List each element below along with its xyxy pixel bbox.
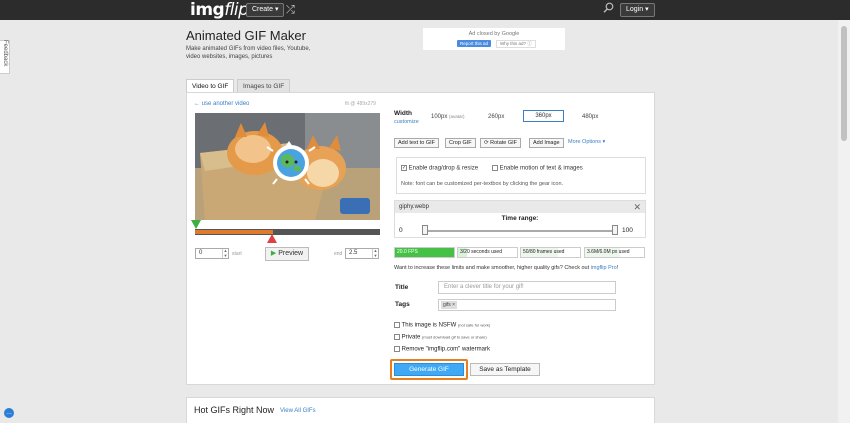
customize-width-link[interactable]: customize (394, 119, 419, 125)
range-file-header: giphy.webp ✕ (395, 201, 645, 213)
why-this-ad-button[interactable]: Why this ad? ⓘ (496, 40, 536, 48)
title-input[interactable]: Enter a clever title for your gif! (438, 281, 616, 294)
tags-input[interactable]: gifs × (438, 299, 616, 311)
ad-closed-box: Ad closed by Google Report this ad Why t… (423, 28, 565, 50)
time-range-title: Time range: (501, 215, 539, 222)
page-description: Make animated GIFs from video files, You… (186, 46, 311, 60)
selected-time-range (195, 230, 273, 234)
use-another-video-link[interactable]: ← use another video (194, 101, 249, 107)
close-icon[interactable]: ✕ (633, 201, 641, 213)
width-option-360px[interactable]: 360px (523, 110, 564, 122)
start-marker-handle[interactable] (191, 220, 201, 229)
seconds-used-stat: 3/20 seconds used (457, 247, 518, 258)
private-option[interactable]: Private (must download gif to save or sh… (394, 334, 487, 341)
nsfw-checkbox[interactable] (394, 322, 400, 328)
tab-video-to-gif[interactable]: Video to GIF (186, 79, 235, 92)
range-slider-track[interactable] (425, 230, 615, 232)
title-label: Title (395, 284, 409, 291)
scrollbar-thumb[interactable] (841, 26, 847, 141)
report-ad-button[interactable]: Report this ad (457, 40, 492, 47)
remove-watermark-option[interactable]: Remove "imgflip.com" watermark (394, 346, 490, 353)
end-marker-handle[interactable] (267, 234, 277, 243)
video-size-info: fit @ 489x279 (345, 101, 376, 107)
rotate-gif-button[interactable]: ⟳ Rotate GIF (480, 138, 522, 148)
range-end-thumb[interactable] (612, 225, 618, 235)
time-range-panel: giphy.webp ✕ Time range: 0 100 (394, 200, 646, 238)
drag-drop-option[interactable]: ✓ Enable drag/drop & resize (401, 165, 478, 172)
chat-bubble-icon[interactable]: … (4, 408, 14, 418)
start-time-spinner[interactable]: ▲ ▼ (222, 248, 228, 258)
imgflip-logo[interactable]: imgflip (190, 0, 249, 20)
imgflip-pro-link[interactable]: imgflip Pro (591, 265, 617, 271)
page-title: Animated GIF Maker (186, 28, 306, 43)
start-time-input[interactable]: 0 ▲ ▼ (195, 248, 229, 259)
end-label: end (334, 251, 343, 257)
limits-upsell: Want to increase these limits and make s… (394, 265, 619, 271)
text-options-box (396, 157, 646, 194)
add-image-button[interactable]: Add Image (529, 138, 564, 148)
motion-option[interactable]: Enable motion of text & images (492, 165, 583, 172)
preview-button[interactable]: ▶ Preview (265, 247, 309, 261)
view-all-gifs-link[interactable]: View All GIFs (280, 408, 316, 414)
range-end-value: 100 (622, 227, 633, 234)
random-shuffle-icon[interactable]: ⤮ (286, 3, 295, 17)
width-option-480px[interactable]: 480px (582, 114, 598, 120)
add-text-button[interactable]: Add text to GIF (394, 138, 439, 148)
end-time-spinner[interactable]: ▲ ▼ (372, 248, 378, 258)
video-preview[interactable] (195, 113, 380, 220)
generate-gif-button[interactable]: Generate GIF (394, 363, 464, 376)
range-start-thumb[interactable] (422, 225, 428, 235)
remove-watermark-checkbox[interactable] (394, 346, 400, 352)
tag-chip[interactable]: gifs × (441, 301, 458, 309)
fps-stat: 20.0 FPS (394, 247, 455, 258)
end-time-input[interactable]: 2.5 ▲ ▼ (345, 248, 379, 259)
range-start-value: 0 (399, 227, 403, 234)
more-options-link[interactable]: More Options ▾ (568, 139, 605, 145)
start-label: start (232, 251, 242, 257)
tags-label: Tags (395, 301, 410, 308)
login-button[interactable]: Login ▾ (620, 3, 655, 17)
width-option-100px[interactable]: 100px (avatar) (431, 114, 465, 120)
width-option-260px[interactable]: 260px (488, 114, 504, 120)
create-menu-button[interactable]: Create ▾ (246, 3, 285, 17)
width-label: Width (394, 110, 412, 117)
hot-gifs-title: Hot GIFs Right Now (194, 405, 275, 415)
frames-used-stat: 50/80 frames used (520, 247, 581, 258)
tab-images-to-gif[interactable]: Images to GIF (237, 79, 291, 92)
top-nav-bar (0, 0, 850, 20)
play-icon: ▶ (270, 250, 277, 257)
save-as-template-button[interactable]: Save as Template (470, 363, 540, 376)
page-scrollbar[interactable] (838, 20, 850, 423)
drag-drop-checkbox[interactable]: ✓ (401, 165, 407, 171)
nsfw-option[interactable]: This image is NSFW (not safe for work) (394, 322, 490, 329)
font-note: Note: font can be customized per-textbox… (401, 181, 564, 187)
search-icon[interactable] (603, 2, 614, 16)
rotate-icon: ⟳ (484, 140, 489, 146)
motion-checkbox[interactable] (492, 165, 498, 171)
crop-gif-button[interactable]: Crop GIF (445, 138, 476, 148)
pixels-used-stat: 3.6M/6.0M px used (584, 247, 645, 258)
feedback-tab[interactable]: Feedback (0, 40, 10, 74)
ad-closed-text: Ad closed by Google (468, 31, 520, 37)
private-checkbox[interactable] (394, 334, 400, 340)
